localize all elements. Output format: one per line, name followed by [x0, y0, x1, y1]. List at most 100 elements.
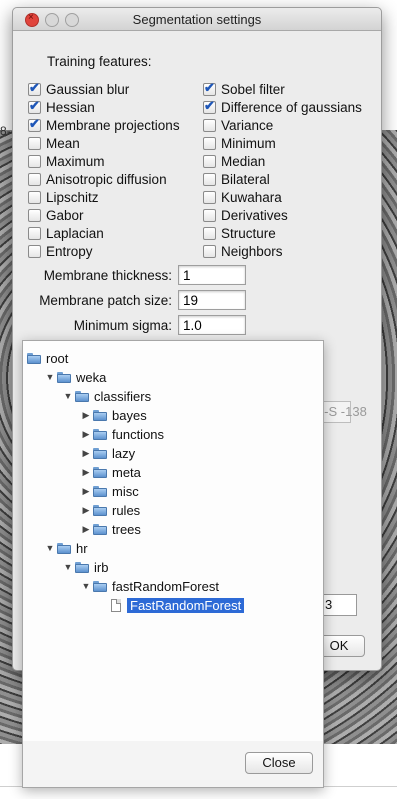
feature-checkbox-variance[interactable]: Variance: [203, 116, 273, 134]
tree-node-functions[interactable]: ▶ functions: [81, 425, 165, 443]
feature-checkbox-median[interactable]: Median: [203, 152, 265, 170]
class-tree: root ▼ weka ▼ classifiers ▶ bayes ▶ functions ▶ la…: [23, 341, 323, 741]
expand-right-icon[interactable]: ▶: [81, 505, 91, 516]
tree-node-label: weka: [76, 369, 107, 385]
checked-checkbox-icon[interactable]: [28, 116, 41, 132]
feature-checkbox-difference-of-gaussians[interactable]: Difference of gaussians: [203, 98, 362, 116]
membrane-patch-size-input[interactable]: [178, 290, 246, 310]
expand-down-icon[interactable]: ▼: [45, 372, 55, 382]
tree-node-weka[interactable]: ▼ weka: [45, 368, 107, 386]
expand-right-icon[interactable]: ▶: [81, 429, 91, 440]
tree-node-root[interactable]: root: [27, 349, 68, 367]
tree-node-label: FastRandomForest: [127, 597, 245, 613]
feature-label: Gabor: [46, 207, 84, 223]
expand-down-icon[interactable]: ▼: [63, 391, 73, 401]
folder-icon: [93, 580, 107, 592]
feature-label: Membrane projections: [46, 117, 180, 133]
tree-node-fastrandomforest[interactable]: FastRandomForest: [99, 596, 245, 614]
window-title: Segmentation settings: [132, 12, 262, 27]
training-features-heading: Training features:: [47, 54, 152, 69]
unchecked-checkbox-icon[interactable]: [28, 190, 41, 204]
feature-label: Variance: [221, 117, 274, 133]
checked-checkbox-icon[interactable]: [28, 80, 41, 96]
feature-checkbox-anisotropic-diffusion[interactable]: Anisotropic diffusion: [28, 170, 167, 188]
tree-node-irb[interactable]: ▼ irb: [63, 558, 109, 576]
unchecked-checkbox-icon[interactable]: [203, 118, 216, 132]
feature-label: Neighbors: [221, 243, 283, 259]
feature-checkbox-structure[interactable]: Structure: [203, 224, 276, 242]
unchecked-checkbox-icon[interactable]: [203, 208, 216, 222]
minimum-sigma-input[interactable]: [178, 315, 246, 335]
unchecked-checkbox-icon[interactable]: [28, 244, 41, 258]
feature-label: Laplacian: [46, 225, 104, 241]
tree-node-meta[interactable]: ▶ meta: [81, 463, 141, 481]
unchecked-checkbox-icon[interactable]: [203, 226, 216, 240]
unchecked-checkbox-icon[interactable]: [28, 172, 41, 186]
unchecked-checkbox-icon[interactable]: [203, 136, 216, 150]
feature-label: Difference of gaussians: [221, 99, 362, 115]
expand-down-icon[interactable]: ▼: [63, 562, 73, 572]
feature-checkbox-lipschitz[interactable]: Lipschitz: [28, 188, 99, 206]
tree-node-fastrandomforest[interactable]: ▼ fastRandomForest: [81, 577, 219, 595]
expand-down-icon[interactable]: ▼: [45, 543, 55, 553]
tree-node-label: trees: [112, 521, 141, 537]
folder-icon: [27, 352, 41, 364]
tree-node-label: misc: [112, 483, 139, 499]
expand-right-icon[interactable]: ▶: [81, 448, 91, 459]
feature-checkbox-maximum[interactable]: Maximum: [28, 152, 105, 170]
close-button[interactable]: Close: [245, 752, 313, 774]
checked-checkbox-icon[interactable]: [28, 98, 41, 114]
tree-node-hr[interactable]: ▼ hr: [45, 539, 88, 557]
feature-label: Lipschitz: [46, 189, 99, 205]
folder-icon: [93, 466, 107, 478]
expand-right-icon[interactable]: ▶: [81, 524, 91, 535]
tree-node-misc[interactable]: ▶ misc: [81, 482, 139, 500]
feature-label: Gaussian blur: [46, 81, 130, 97]
membrane-patch-size-label: Membrane patch size:: [39, 292, 172, 308]
feature-checkbox-sobel-filter[interactable]: Sobel filter: [203, 80, 285, 98]
folder-icon: [93, 504, 107, 516]
background-label: 8-: [0, 124, 11, 138]
tree-node-trees[interactable]: ▶ trees: [81, 520, 141, 538]
feature-checkbox-membrane-projections[interactable]: Membrane projections: [28, 116, 180, 134]
checked-checkbox-icon[interactable]: [203, 98, 216, 114]
feature-label: Structure: [221, 225, 276, 241]
tree-node-rules[interactable]: ▶ rules: [81, 501, 141, 519]
unchecked-checkbox-icon[interactable]: [28, 136, 41, 150]
unchecked-checkbox-icon[interactable]: [28, 208, 41, 222]
expand-right-icon[interactable]: ▶: [81, 410, 91, 421]
feature-checkbox-hessian[interactable]: Hessian: [28, 98, 95, 116]
feature-checkbox-laplacian[interactable]: Laplacian: [28, 224, 104, 242]
membrane-thickness-input[interactable]: [178, 265, 246, 285]
tree-node-bayes[interactable]: ▶ bayes: [81, 406, 147, 424]
feature-checkbox-neighbors[interactable]: Neighbors: [203, 242, 283, 260]
expand-right-icon[interactable]: ▶: [81, 467, 91, 478]
expand-right-icon[interactable]: ▶: [81, 486, 91, 497]
feature-checkbox-kuwahara[interactable]: Kuwahara: [203, 188, 282, 206]
tree-node-classifiers[interactable]: ▼ classifiers: [63, 387, 152, 405]
expand-down-icon[interactable]: ▼: [81, 581, 91, 591]
unchecked-checkbox-icon[interactable]: [203, 172, 216, 186]
title-bar: × Segmentation settings: [13, 8, 381, 31]
unchecked-checkbox-icon[interactable]: [203, 190, 216, 204]
minimum-sigma-row: Minimum sigma:: [23, 315, 246, 335]
feature-label: Sobel filter: [221, 81, 285, 97]
feature-label: Maximum: [46, 153, 105, 169]
feature-checkbox-mean[interactable]: Mean: [28, 134, 80, 152]
checked-checkbox-icon[interactable]: [203, 80, 216, 96]
tree-node-lazy[interactable]: ▶ lazy: [81, 444, 136, 462]
feature-checkbox-derivatives[interactable]: Derivatives: [203, 206, 288, 224]
feature-checkbox-minimum[interactable]: Minimum: [203, 134, 276, 152]
unchecked-checkbox-icon[interactable]: [203, 154, 216, 168]
feature-checkbox-entropy[interactable]: Entropy: [28, 242, 93, 260]
feature-checkbox-gaussian-blur[interactable]: Gaussian blur: [28, 80, 129, 98]
feature-checkbox-gabor[interactable]: Gabor: [28, 206, 84, 224]
class-tree-popup: root ▼ weka ▼ classifiers ▶ bayes ▶ functions ▶ la…: [22, 340, 324, 788]
unchecked-checkbox-icon[interactable]: [28, 226, 41, 240]
feature-label: Hessian: [46, 99, 95, 115]
tree-node-label: fastRandomForest: [112, 578, 219, 594]
feature-label: Median: [221, 153, 266, 169]
feature-checkbox-bilateral[interactable]: Bilateral: [203, 170, 270, 188]
unchecked-checkbox-icon[interactable]: [28, 154, 41, 168]
unchecked-checkbox-icon[interactable]: [203, 244, 216, 258]
